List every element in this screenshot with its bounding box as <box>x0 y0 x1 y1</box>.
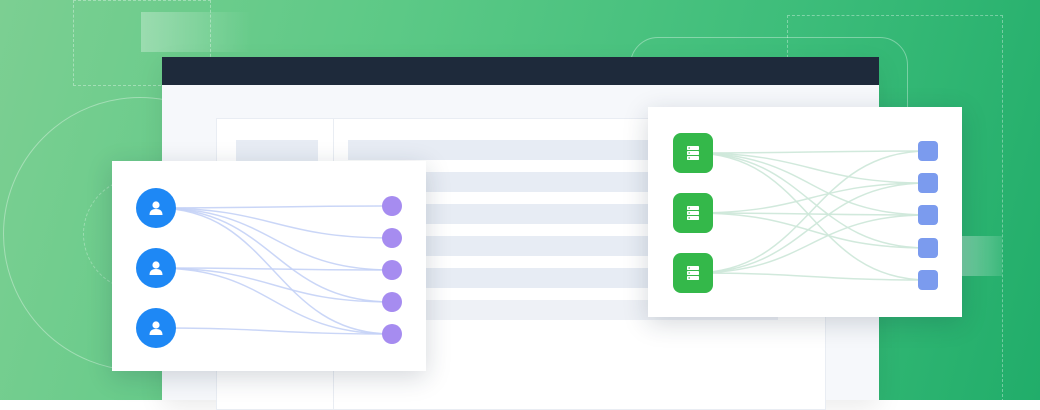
server-link-line <box>692 150 929 154</box>
user-node <box>136 248 176 288</box>
target-node <box>382 196 402 216</box>
decor-soft-square-top <box>141 12 251 52</box>
server-node <box>673 133 713 173</box>
target-node <box>382 260 402 280</box>
user-link-line <box>155 207 393 271</box>
database-server-icon <box>687 146 699 160</box>
user-node <box>136 308 176 348</box>
target-node <box>918 205 938 225</box>
server-link-line <box>692 182 929 214</box>
decor-soft-square-right <box>962 236 1002 276</box>
user-node <box>136 188 176 228</box>
server-link-line <box>692 272 929 281</box>
database-server-icon <box>687 266 699 280</box>
target-node <box>382 324 402 344</box>
target-node <box>918 173 938 193</box>
user-link-line <box>155 267 393 303</box>
target-node <box>918 238 938 258</box>
window-titlebar <box>162 57 879 85</box>
user-link-line <box>155 207 393 303</box>
target-node <box>918 270 938 290</box>
sidebar-placeholder-bar <box>236 140 318 162</box>
target-node <box>382 228 402 248</box>
target-node <box>382 292 402 312</box>
user-links <box>155 205 393 335</box>
database-server-icon <box>687 206 699 220</box>
user-connection-graph <box>136 188 402 348</box>
target-node <box>918 141 938 161</box>
server-node <box>673 253 713 293</box>
server-link-line <box>692 212 929 249</box>
user-link-line <box>155 205 393 209</box>
server-connection-graph <box>673 133 938 293</box>
server-connection-card <box>648 107 962 317</box>
server-node <box>673 193 713 233</box>
server-links <box>692 150 929 281</box>
user-connection-card <box>112 161 426 371</box>
server-link-line <box>692 182 929 274</box>
